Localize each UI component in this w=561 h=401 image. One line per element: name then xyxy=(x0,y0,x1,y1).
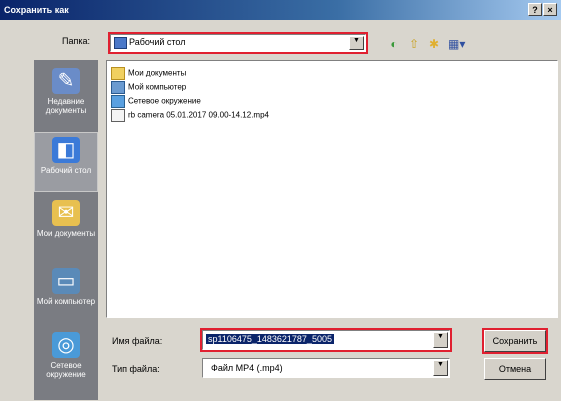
chevron-down-icon[interactable]: ▼ xyxy=(433,360,448,376)
place-network[interactable]: ◎ Сетевое окружение xyxy=(34,332,98,392)
up-folder-icon[interactable]: ⇧ xyxy=(406,36,422,52)
title-bar[interactable]: Сохранить как ? × xyxy=(0,0,561,20)
recent-documents-icon: ✎ xyxy=(52,68,80,94)
my-documents-icon: ✉ xyxy=(52,200,80,226)
list-item[interactable]: Сетевое окружение xyxy=(111,95,201,108)
filename-value: sp1106475_1483621787_5005 xyxy=(206,334,334,344)
lookin-dropdown[interactable]: Рабочий стол ▼ xyxy=(108,32,368,54)
lookin-value: Рабочий стол xyxy=(129,37,186,47)
video-file-icon xyxy=(111,109,125,122)
computer-icon xyxy=(111,81,125,94)
filetype-value: Файл MP4 (.mp4) xyxy=(211,363,283,373)
close-button[interactable]: × xyxy=(543,3,557,16)
lookin-label: Папка: xyxy=(62,36,90,46)
place-my-computer[interactable]: ▭ Мой компьютер xyxy=(34,268,98,328)
save-button[interactable]: Сохранить xyxy=(482,328,548,354)
save-as-dialog: Сохранить как ? × Папка: Рабочий стол ▼ … xyxy=(0,0,561,401)
filename-input[interactable]: sp1106475_1483621787_5005 ▼ xyxy=(200,328,452,352)
dialog-title: Сохранить как xyxy=(4,5,69,15)
place-my-documents[interactable]: ✉ Мои документы xyxy=(34,200,98,260)
list-item[interactable]: Мой компьютер xyxy=(111,81,186,94)
list-item[interactable]: rb camera 05.01.2017 09.00-14.12.mp4 xyxy=(111,109,269,122)
filetype-label: Тип файла: xyxy=(112,364,160,374)
network-places-icon: ◎ xyxy=(52,332,80,358)
filetype-select[interactable]: Файл MP4 (.mp4) ▼ xyxy=(202,358,450,378)
place-desktop[interactable]: ◧ Рабочий стол xyxy=(34,132,98,192)
file-list[interactable]: Мои документы Мой компьютер Сетевое окру… xyxy=(106,60,558,318)
place-label: Мои документы xyxy=(36,229,96,238)
desktop-icon: ◧ xyxy=(52,137,80,163)
cancel-button[interactable]: Отмена xyxy=(484,358,546,380)
chevron-down-icon[interactable]: ▼ xyxy=(349,36,364,50)
filename-label: Имя файла: xyxy=(112,336,163,346)
place-label: Рабочий стол xyxy=(40,166,92,175)
place-label: Мой компьютер xyxy=(36,297,96,306)
back-icon[interactable]: ◐ xyxy=(386,36,402,52)
list-item[interactable]: Мои документы xyxy=(111,67,186,80)
new-folder-icon[interactable]: ✱ xyxy=(426,36,442,52)
places-bar: ✎ Недавние документы ◧ Рабочий стол ✉ Мо… xyxy=(34,60,98,400)
desktop-icon xyxy=(114,37,127,49)
help-button[interactable]: ? xyxy=(528,3,542,16)
folder-icon xyxy=(111,67,125,80)
network-icon xyxy=(111,95,125,108)
chevron-down-icon[interactable]: ▼ xyxy=(433,332,448,348)
place-recent[interactable]: ✎ Недавние документы xyxy=(34,68,98,128)
my-computer-icon: ▭ xyxy=(52,268,80,294)
place-label: Недавние документы xyxy=(45,97,87,115)
view-menu-icon[interactable]: ▦▾ xyxy=(448,36,465,52)
place-label: Сетевое окружение xyxy=(46,361,86,379)
